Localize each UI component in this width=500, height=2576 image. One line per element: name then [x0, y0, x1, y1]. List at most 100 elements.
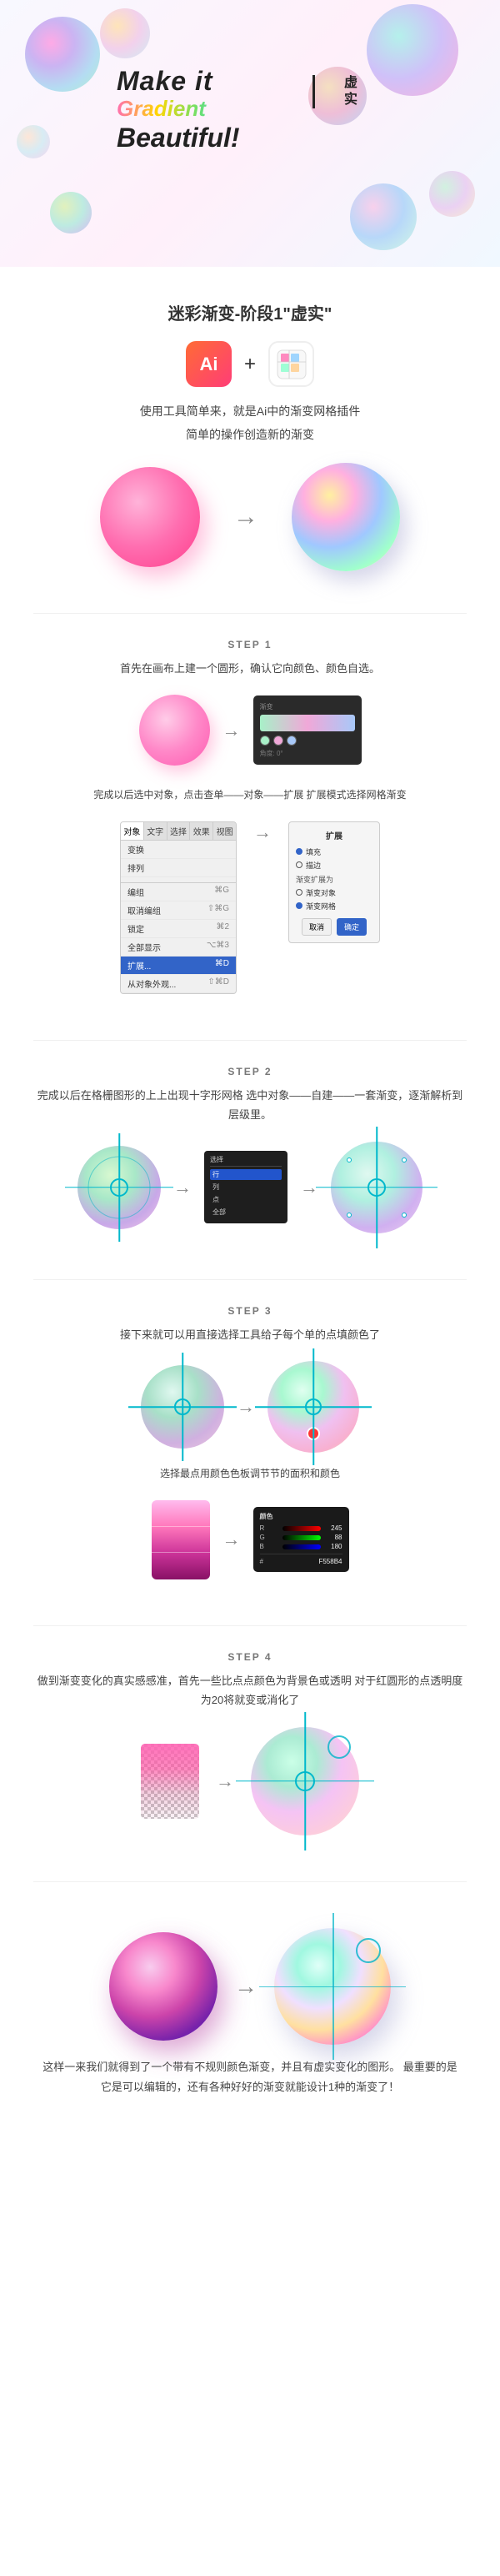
step2-ball2-with-crosshair: [331, 1142, 422, 1233]
sm-item-point[interactable]: 点: [210, 1194, 282, 1205]
radio-fill[interactable]: [296, 848, 302, 855]
expand-option-stroke: 描边: [296, 860, 372, 871]
menu-tab-object: 对象: [121, 822, 144, 840]
sm-item-col[interactable]: 列: [210, 1182, 282, 1193]
step2-select-panel: 选择 行 列 点 全部: [204, 1151, 288, 1223]
step3-desc2: 选择最点用颜色色板调节节的面积和颜色: [33, 1465, 467, 1484]
step3-ball1: [141, 1365, 224, 1449]
hero-bubble-2: [100, 8, 150, 58]
final-ball-ring: [356, 1938, 381, 1963]
radio-gradient-obj[interactable]: [296, 889, 302, 896]
cpp-b-label: B: [260, 1543, 279, 1550]
final-ball-solid: [109, 1932, 218, 2041]
step1-label: STEP 1: [33, 639, 467, 650]
plugin-icon: [268, 341, 314, 387]
step4-ball: [251, 1727, 359, 1835]
step1-visual: → 渐变 角度: 0°: [33, 695, 467, 766]
stop-blue: [287, 736, 297, 746]
sm-item-row[interactable]: 行: [210, 1169, 282, 1180]
node-br: [402, 1213, 407, 1218]
cpp-r-val: 245: [324, 1524, 342, 1532]
step3-section: STEP 3 接下来就可以用直接选择工具给子每个单的点填颜色了 → 选择最点用颜…: [0, 1288, 500, 1617]
step2-visual: → 选择 行 列 点 全部 →: [33, 1142, 467, 1233]
s3-ch2-ring: [305, 1398, 322, 1415]
step4-label: STEP 4: [33, 1651, 467, 1663]
node-bl: [347, 1213, 352, 1218]
step2-panels: 选择 行 列 点 全部: [204, 1151, 288, 1223]
menu-item-expand[interactable]: 扩展...⌘D: [121, 957, 236, 975]
step2-section: STEP 2 完成以后在格栅图形的上上出现十字形网格 选中对象——自建——一套渐…: [0, 1049, 500, 1271]
hero-section: Make it Gradient Beautiful! 虚实: [0, 0, 500, 267]
s3-arrow1: →: [237, 1396, 255, 1418]
s4-tr-ring: [328, 1735, 351, 1759]
cpp-hex-label: #: [260, 1558, 316, 1565]
s3-gradient-strip: [152, 1500, 210, 1579]
rainbow-ball: [292, 463, 400, 571]
step1-desc: 首先在画布上建一个圆形，确认它向颜色、颜色自选。: [33, 659, 467, 678]
step3-label: STEP 3: [33, 1305, 467, 1317]
step1-section: STEP 1 首先在画布上建一个圆形，确认它向颜色、颜色自选。 → 渐变 角度:…: [0, 622, 500, 1032]
step1-gradient-panel: 渐变 角度: 0°: [253, 695, 362, 765]
s4-pink-transparent: [141, 1744, 199, 1819]
footer-text: 这样一来我们就得到了一个带有不规则颜色渐变，并且有虚实变化的图形。 最重要的是它…: [42, 2057, 458, 2098]
hero-bubble-5: [50, 192, 92, 233]
hero-bubble-3: [367, 4, 458, 96]
s4-checker-panel: [141, 1744, 199, 1819]
radio-mesh[interactable]: [296, 902, 302, 909]
menu-item-ungroup[interactable]: 取消编组⇧⌘G: [121, 901, 236, 920]
step3-ball2: [268, 1361, 359, 1453]
cpp-b-val: 180: [324, 1543, 342, 1550]
expand-dialog: 扩展 填充 描边 渐变扩展为 渐变对象 渐变网格 取消 确定: [288, 821, 380, 943]
s3-strip-line1: [152, 1526, 210, 1527]
step4-visual: →: [33, 1727, 467, 1835]
dialog-buttons: 取消 确定: [296, 918, 372, 936]
s4-left-panel: [141, 1744, 199, 1819]
hero-bubble-8: [429, 171, 475, 217]
radio-stroke[interactable]: [296, 861, 302, 868]
menu-item-expand-appearance[interactable]: 从对象外观...⇧⌘D: [121, 975, 236, 993]
cpp-row-hex: # F558B4: [260, 1558, 342, 1565]
menu-tab-effect: 效果: [190, 822, 213, 840]
final-ch-v: [332, 1913, 334, 2060]
menu-item-lock[interactable]: 锁定⌘2: [121, 920, 236, 938]
panel-angle-label: 角度: 0°: [260, 749, 355, 758]
ch2-ring: [368, 1178, 386, 1197]
intro-desc: 使用工具简单来，就是Ai中的渐变网格插件 简单的操作创造新的渐变: [50, 399, 450, 446]
menu-tab-bar: 对象 文字 选择 效果 视图: [121, 822, 236, 841]
crosshair-outer-ring: [88, 1156, 151, 1218]
arrow-right: →: [233, 503, 258, 531]
divider-5: [33, 1881, 467, 1882]
sm-item-all[interactable]: 全部: [210, 1207, 282, 1218]
menu-item-arrange[interactable]: 排列: [121, 859, 236, 877]
s3-arrow2: →: [222, 1529, 241, 1550]
hero-title-gradient: Gradient: [117, 96, 240, 122]
menu-item-show-all[interactable]: 全部显示⌥⌘3: [121, 938, 236, 957]
step4-section: STEP 4 做到渐变变化的真实感感准，首先一些比点点颜色为背景色或透明 对于红…: [0, 1634, 500, 1873]
footer-section: → 这样一来我们就得到了一个带有不规则颜色渐变，并且有虚实变化的图形。 最重要的…: [0, 1891, 500, 2132]
menu-arrow: →: [253, 821, 272, 843]
hero-text-block: Make it Gradient Beautiful!: [117, 67, 240, 154]
cpp-row-g: G 88: [260, 1534, 342, 1541]
gradient-stops: [260, 736, 355, 746]
menu-tab-select: 选择: [168, 822, 191, 840]
hero-bubble-6: [350, 183, 417, 250]
hero-title-line2: Beautiful!: [117, 122, 240, 153]
expand-gradient-label: 渐变扩展为: [296, 874, 372, 885]
menu-item-group[interactable]: 编组⌘G: [121, 883, 236, 901]
panel-header-label: 渐变: [260, 702, 355, 711]
step2-label: STEP 2: [33, 1066, 467, 1077]
step2-ball-with-crosshair: [78, 1146, 161, 1229]
hero-bubble-1: [25, 17, 100, 92]
cancel-button[interactable]: 取消: [302, 918, 332, 936]
expand-option-fill: 填充: [296, 846, 372, 857]
confirm-button[interactable]: 确定: [337, 918, 367, 936]
menu-item-transform[interactable]: 变换: [121, 841, 236, 859]
intro-section: 迷彩渐变-阶段1"虚实" Ai + 使用工具简单来，就是Ai中的渐变网格插件 简…: [0, 267, 500, 605]
step1-pink-ball: [139, 695, 210, 766]
step4-desc: 做到渐变变化的真实感感准，首先一些比点点颜色为背景色或透明 对于红圆形的点透明度…: [33, 1671, 467, 1710]
cpp-row-r: R 245: [260, 1524, 342, 1532]
gradient-preview-bar: [260, 715, 355, 731]
label-fill: 填充: [306, 846, 321, 857]
step3-color-row: → 颜色 R 245 G 88 B 180 # F558B4: [33, 1500, 467, 1579]
app-icons-row: Ai +: [50, 341, 450, 387]
